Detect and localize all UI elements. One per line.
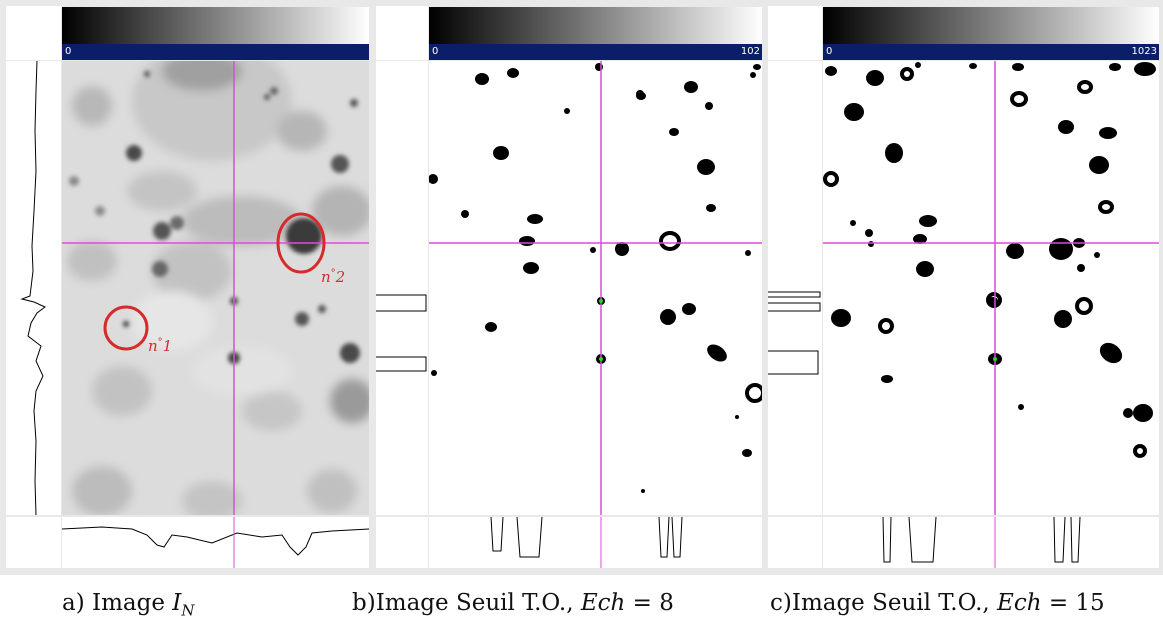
corner-cell-bottom <box>6 517 61 568</box>
image-viewport[interactable] <box>429 61 762 515</box>
grayscale-gradient <box>62 7 369 44</box>
grayscale-gradient <box>823 7 1159 44</box>
vertical-profile <box>6 61 61 515</box>
caption-c-var: Ech <box>997 590 1042 616</box>
caption-b-value: 8 <box>659 590 674 616</box>
panel-a: 0 n°1 n°2 <box>0 0 372 575</box>
panel-c: 0 1023 <box>764 0 1163 575</box>
caption-a-sub: N <box>181 601 195 620</box>
horizontal-profile <box>429 517 762 568</box>
caption-b-text: b)Image Seuil T.O., <box>352 590 581 616</box>
scale-max: 102 <box>740 46 760 57</box>
corner-cell <box>6 6 61 60</box>
caption-b-var: Ech <box>580 590 626 616</box>
scale-bar[interactable]: 0 102 <box>429 44 762 60</box>
scale-min: 0 <box>432 46 439 57</box>
corner-cell-bottom <box>768 517 822 568</box>
caption-c: c)Image Seuil T.O., Ech = 15 <box>770 590 1105 616</box>
panel-b: 0 102 <box>372 0 764 575</box>
caption-b-eq: = <box>625 590 660 616</box>
corner-cell-bottom <box>376 517 428 568</box>
vertical-profile <box>376 61 428 515</box>
image-viewport[interactable] <box>823 61 1159 515</box>
caption-a-text: a) Image <box>62 590 173 616</box>
caption-b: b)Image Seuil T.O., Ech = 8 <box>352 590 674 616</box>
image-viewport[interactable]: n°1 n°2 <box>62 61 369 515</box>
scale-max: 1023 <box>1131 46 1157 57</box>
annotation-spot-1: n°1 <box>148 337 173 355</box>
scale-bar[interactable]: 0 <box>62 44 369 60</box>
scale-min: 0 <box>65 46 72 57</box>
scale-min: 0 <box>826 46 833 57</box>
caption-a: a) Image IN <box>62 590 194 620</box>
scale-bar[interactable]: 0 1023 <box>823 44 1159 60</box>
vertical-profile <box>768 61 822 515</box>
caption-a-var: I <box>172 590 182 616</box>
annotation-spot-2: n°2 <box>321 268 346 286</box>
caption-c-eq: = <box>1041 590 1076 616</box>
horizontal-profile <box>823 517 1159 568</box>
caption-c-value: 15 <box>1075 590 1105 616</box>
corner-cell <box>768 6 822 60</box>
horizontal-profile <box>62 517 369 568</box>
grayscale-gradient <box>429 7 762 44</box>
caption-c-text: c)Image Seuil T.O., <box>770 590 998 616</box>
corner-cell <box>376 6 428 60</box>
